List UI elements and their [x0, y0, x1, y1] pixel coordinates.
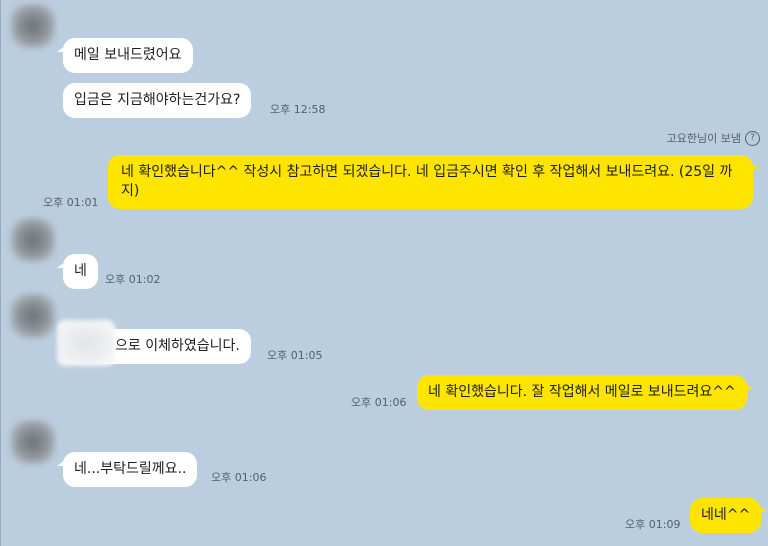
avatar[interactable] [11, 4, 55, 48]
redacted-account-info [57, 320, 115, 366]
message-bubble-incoming[interactable]: 입금은 지금해야하는건가요? [63, 83, 252, 118]
avatar[interactable] [11, 294, 55, 338]
read-indicator: 고요한님이 보냄 ? [667, 130, 760, 146]
message-bubble-outgoing[interactable]: 네 확인했습니다. 잘 작업해서 메일로 보내드려요^^ [417, 375, 753, 410]
message-bubble-incoming[interactable]: 네...부탁드릴께요.. [56, 452, 198, 487]
message-bubble-outgoing[interactable]: 네 확인했습니다^^ 작성시 참고하면 되겠습니다. 네 입금주시면 확인 후 … [108, 155, 759, 209]
message-text: 네 확인했습니다^^ 작성시 참고하면 되겠습니다. 네 입금주시면 확인 후 … [121, 164, 733, 199]
message-text: 네 [74, 263, 87, 279]
avatar[interactable] [11, 218, 55, 262]
message-bubble-incoming[interactable]: 네 [57, 254, 98, 289]
message-time: 오후 01:06 [351, 396, 407, 409]
message-text: 네네^^ [701, 507, 751, 523]
read-label: 고요한님이 보냄 [666, 132, 741, 145]
message-time: 오후 01:02 [105, 273, 161, 286]
message-text: 메일 보내드렸어요 [74, 47, 182, 63]
message-time: 오후 01:01 [43, 196, 99, 209]
message-text: 네...부탁드릴께요.. [74, 461, 187, 477]
question-circle-icon[interactable]: ? [745, 130, 760, 146]
message-text: 으로 이체하였습니다. [115, 338, 240, 354]
message-time: 오후 01:06 [211, 471, 267, 484]
message-bubble-outgoing[interactable]: 네네^^ [690, 498, 768, 533]
avatar[interactable] [11, 420, 55, 464]
message-time: 오후 01:05 [267, 349, 323, 362]
message-bubble-incoming[interactable]: 메일 보내드렸어요 [57, 38, 193, 73]
message-time: 오후 01:09 [625, 518, 681, 531]
chat-area[interactable]: 메일 보내드렸어요 입금은 지금해야하는건가요? 오후 12:58 고요한님이 … [0, 0, 768, 546]
message-text: 입금은 지금해야하는건가요? [74, 92, 241, 108]
message-time: 오후 12:58 [270, 103, 326, 116]
message-text: 네 확인했습니다. 잘 작업해서 메일로 보내드려요^^ [428, 384, 736, 400]
